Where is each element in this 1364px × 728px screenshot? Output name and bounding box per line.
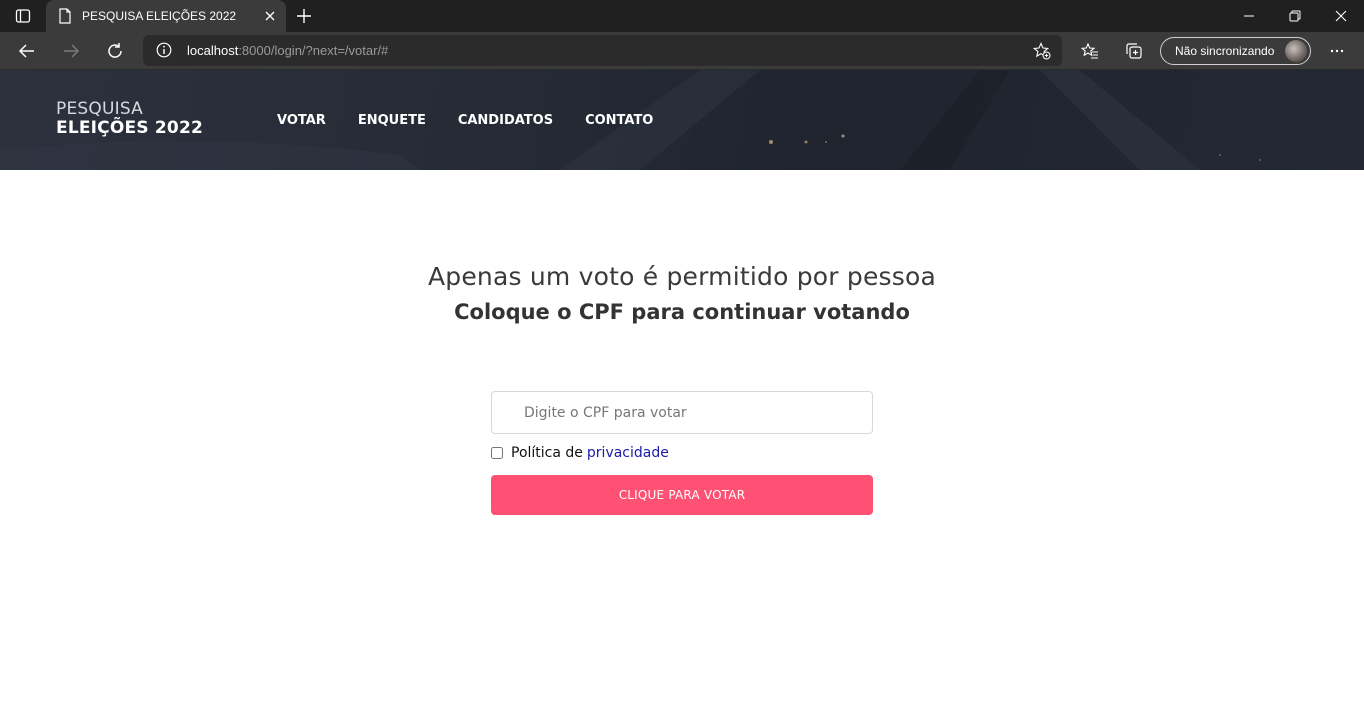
address-text[interactable]: localhost:8000/login/?next=/votar/# <box>187 43 388 58</box>
back-arrow-icon <box>18 44 34 58</box>
plus-icon <box>297 9 311 23</box>
favorites-icon <box>1081 42 1098 59</box>
new-tab-button[interactable] <box>292 4 316 28</box>
cpf-input[interactable] <box>491 391 873 434</box>
profile-sync-label: Não sincronizando <box>1175 44 1275 58</box>
restore-button[interactable] <box>1272 0 1318 32</box>
page-icon <box>59 8 71 24</box>
refresh-button[interactable] <box>100 36 130 66</box>
privacy-label: Política de <box>511 445 583 461</box>
collections-icon <box>1126 43 1142 59</box>
vote-button[interactable]: CLIQUE PARA VOTAR <box>491 475 873 515</box>
back-button[interactable] <box>12 36 42 66</box>
tab-actions-icon <box>15 9 31 23</box>
privacy-policy-link[interactable]: privacidade <box>587 445 669 461</box>
tab-close-button[interactable] <box>262 8 278 24</box>
logo-line-2: ELEIÇÕES 2022 <box>56 118 204 138</box>
more-icon <box>1330 49 1344 53</box>
site-header: PESQUISA ELEIÇÕES 2022 VOTAR ENQUETE CAN… <box>0 70 1364 170</box>
refresh-icon <box>108 43 122 58</box>
nav-item-contato[interactable]: CONTATO <box>585 113 653 128</box>
info-icon <box>156 42 172 58</box>
tab-title: PESQUISA ELEIÇÕES 2022 <box>82 9 237 23</box>
address-host: localhost <box>187 43 239 58</box>
privacy-row: Política de privacidade <box>491 443 669 463</box>
minimize-icon <box>1244 15 1254 17</box>
browser-toolbar: localhost:8000/login/?next=/votar/# Não … <box>0 32 1364 70</box>
page-subheadline: Coloque o CPF para continuar votando <box>454 300 910 324</box>
avatar <box>1285 40 1307 62</box>
nav-item-enquete[interactable]: ENQUETE <box>358 113 426 128</box>
more-menu-button[interactable] <box>1322 36 1352 66</box>
logo-line-1: PESQUISA <box>56 99 143 119</box>
tab-actions-button[interactable] <box>8 4 38 28</box>
forward-arrow-icon <box>64 44 80 58</box>
browser-tab-strip: PESQUISA ELEIÇÕES 2022 <box>0 0 1364 32</box>
close-icon <box>1335 10 1347 22</box>
main-nav: VOTAR ENQUETE CANDIDATOS CONTATO <box>277 113 685 128</box>
site-logo[interactable]: PESQUISA ELEIÇÕES 2022 <box>56 100 203 138</box>
window-close-button[interactable] <box>1318 0 1364 32</box>
add-favorite-button[interactable] <box>1032 41 1052 61</box>
favorites-button[interactable] <box>1075 36 1105 66</box>
site-info-button[interactable] <box>155 41 173 59</box>
nav-item-candidatos[interactable]: CANDIDATOS <box>458 113 553 128</box>
browser-tab[interactable]: PESQUISA ELEIÇÕES 2022 <box>46 0 286 32</box>
nav-item-votar[interactable]: VOTAR <box>277 113 326 128</box>
minimize-button[interactable] <box>1226 0 1272 32</box>
close-icon <box>265 11 275 21</box>
star-add-icon <box>1033 42 1051 60</box>
restore-icon <box>1289 10 1301 22</box>
page-headline: Apenas um voto é permitido por pessoa <box>427 262 937 291</box>
address-bar[interactable]: localhost:8000/login/?next=/votar/# <box>143 35 1062 66</box>
address-path: :8000/login/?next=/votar/# <box>238 43 389 58</box>
privacy-checkbox[interactable] <box>491 447 503 459</box>
collections-button[interactable] <box>1119 36 1149 66</box>
forward-button[interactable] <box>56 36 86 66</box>
profile-sync-button[interactable]: Não sincronizando <box>1160 37 1311 65</box>
